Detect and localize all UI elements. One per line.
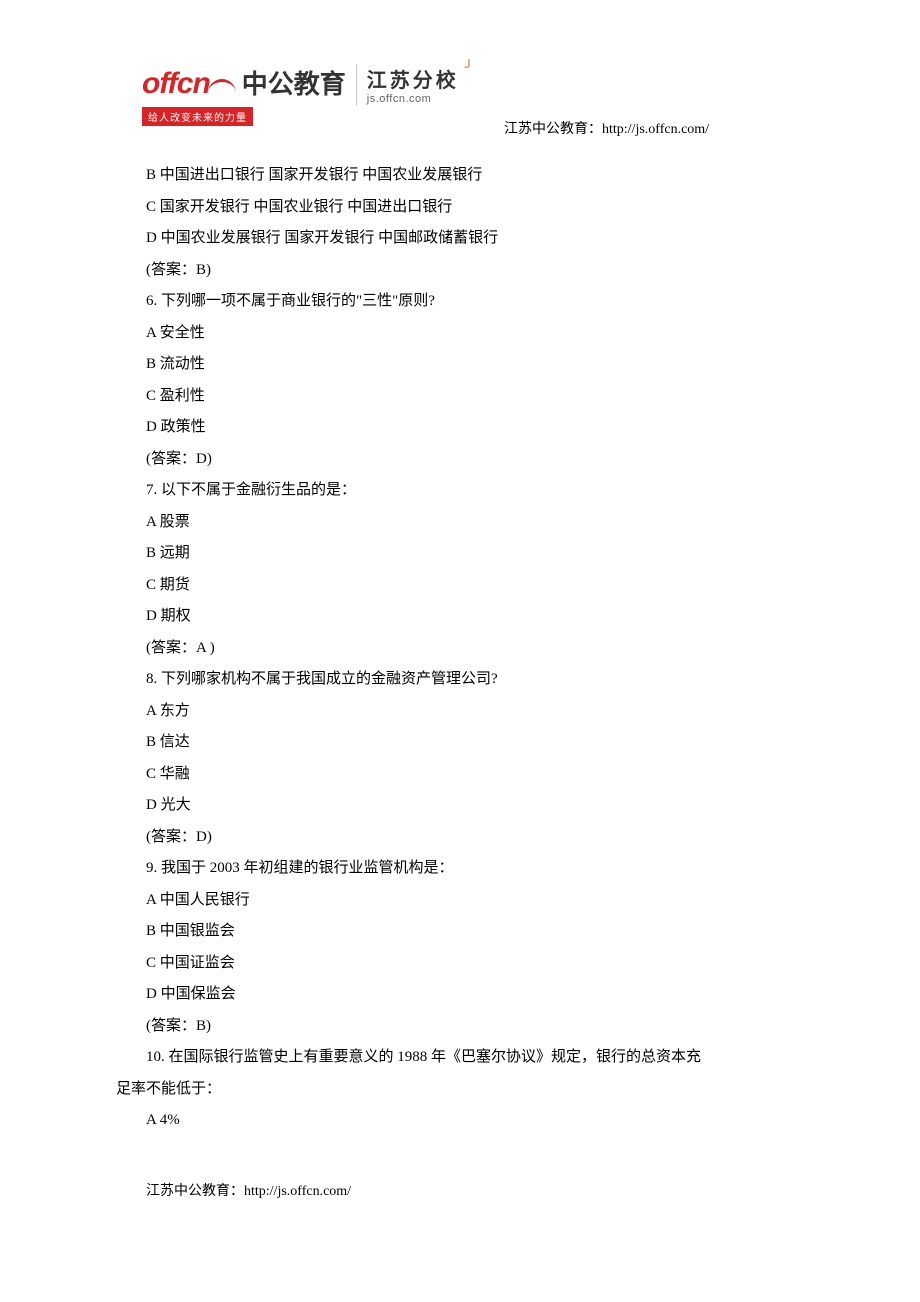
option-line: D 期权 [116, 601, 802, 633]
logo-block: offcn 中公教育 给人改变未来的力量 江苏分校 js.offcn.com ╯ [142, 64, 473, 126]
logo-text: offcn [142, 67, 210, 101]
logo-slogan: 给人改变未来的力量 [142, 107, 253, 126]
question-line: 7. 以下不属于金融衍生品的是： [116, 475, 802, 507]
logo-arc-icon [208, 79, 236, 93]
branch-block: 江苏分校 js.offcn.com [367, 64, 459, 105]
option-line: C 华融 [116, 759, 802, 791]
question-line-cont: 足率不能低于： [116, 1074, 802, 1106]
logo-main: offcn 中公教育 [142, 64, 346, 105]
text-line: D 中国农业发展银行 国家开发银行 中国邮政储蓄银行 [116, 223, 802, 255]
option-line: B 中国银监会 [116, 916, 802, 948]
header-source-text: 江苏中公教育：http://js.offcn.com/ [504, 118, 709, 138]
branch-name: 江苏分校 [367, 64, 459, 93]
option-line: A 东方 [116, 696, 802, 728]
option-line: C 期货 [116, 570, 802, 602]
option-line: A 中国人民银行 [116, 885, 802, 917]
question-line: 9. 我国于 2003 年初组建的银行业监管机构是： [116, 853, 802, 885]
answer-line: (答案：D) [116, 444, 802, 476]
branch-url: js.offcn.com [367, 93, 459, 105]
option-line: B 信达 [116, 727, 802, 759]
question-line: 6. 下列哪一项不属于商业银行的"三性"原则? [116, 286, 802, 318]
option-line: D 政策性 [116, 412, 802, 444]
bracket-mark-icon: ╯ [465, 60, 473, 77]
option-line: D 中国保监会 [116, 979, 802, 1011]
page-header: offcn 中公教育 给人改变未来的力量 江苏分校 js.offcn.com ╯ [142, 64, 473, 126]
option-line: C 中国证监会 [116, 948, 802, 980]
answer-line: (答案：B) [116, 255, 802, 287]
option-line: C 盈利性 [116, 381, 802, 413]
option-line: A 4% [116, 1105, 802, 1137]
text-line: C 国家开发银行 中国农业银行 中国进出口银行 [116, 192, 802, 224]
option-line: D 光大 [116, 790, 802, 822]
logo-offcn: offcn 中公教育 给人改变未来的力量 [142, 64, 346, 126]
question-line: 8. 下列哪家机构不属于我国成立的金融资产管理公司? [116, 664, 802, 696]
text-line: B 中国进出口银行 国家开发银行 中国农业发展银行 [116, 160, 802, 192]
option-line: A 股票 [116, 507, 802, 539]
divider-vertical [356, 64, 357, 106]
option-line: B 远期 [116, 538, 802, 570]
option-line: B 流动性 [116, 349, 802, 381]
content-body: B 中国进出口银行 国家开发银行 中国农业发展银行 C 国家开发银行 中国农业银… [116, 160, 802, 1137]
question-line: 10. 在国际银行监管史上有重要意义的 1988 年《巴塞尔协议》规定，银行的总… [116, 1042, 802, 1074]
answer-line: (答案：B) [116, 1011, 802, 1043]
logo-cn: 中公教育 [242, 64, 346, 101]
answer-line: (答案：A ) [116, 633, 802, 665]
footer-text: 江苏中公教育：http://js.offcn.com/ [146, 1180, 351, 1200]
answer-line: (答案：D) [116, 822, 802, 854]
option-line: A 安全性 [116, 318, 802, 350]
